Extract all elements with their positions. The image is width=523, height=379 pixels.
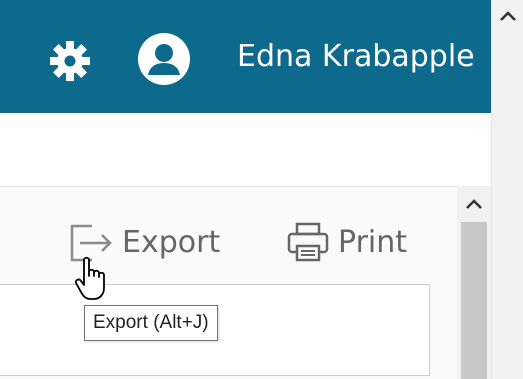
scroll-up-arrow-icon[interactable]	[492, 6, 523, 28]
print-label: Print	[338, 224, 408, 260]
tooltip: Export (Alt+J)	[84, 305, 218, 341]
scroll-up-arrow-icon[interactable]	[457, 194, 491, 216]
printer-icon	[287, 222, 329, 262]
scrollbar-thumb[interactable]	[461, 222, 487, 379]
user-name[interactable]: Edna Krabapple	[237, 33, 475, 81]
page-scrollbar[interactable]	[491, 0, 523, 379]
panel-scrollbar[interactable]	[457, 186, 491, 379]
user-avatar-icon[interactable]	[136, 31, 192, 87]
print-button[interactable]: Print	[284, 218, 407, 266]
gear-icon[interactable]	[49, 40, 91, 82]
top-navigation-bar: Edna Krabapple	[0, 0, 491, 113]
hand-pointer-icon	[74, 256, 105, 300]
export-label: Export	[122, 224, 221, 260]
